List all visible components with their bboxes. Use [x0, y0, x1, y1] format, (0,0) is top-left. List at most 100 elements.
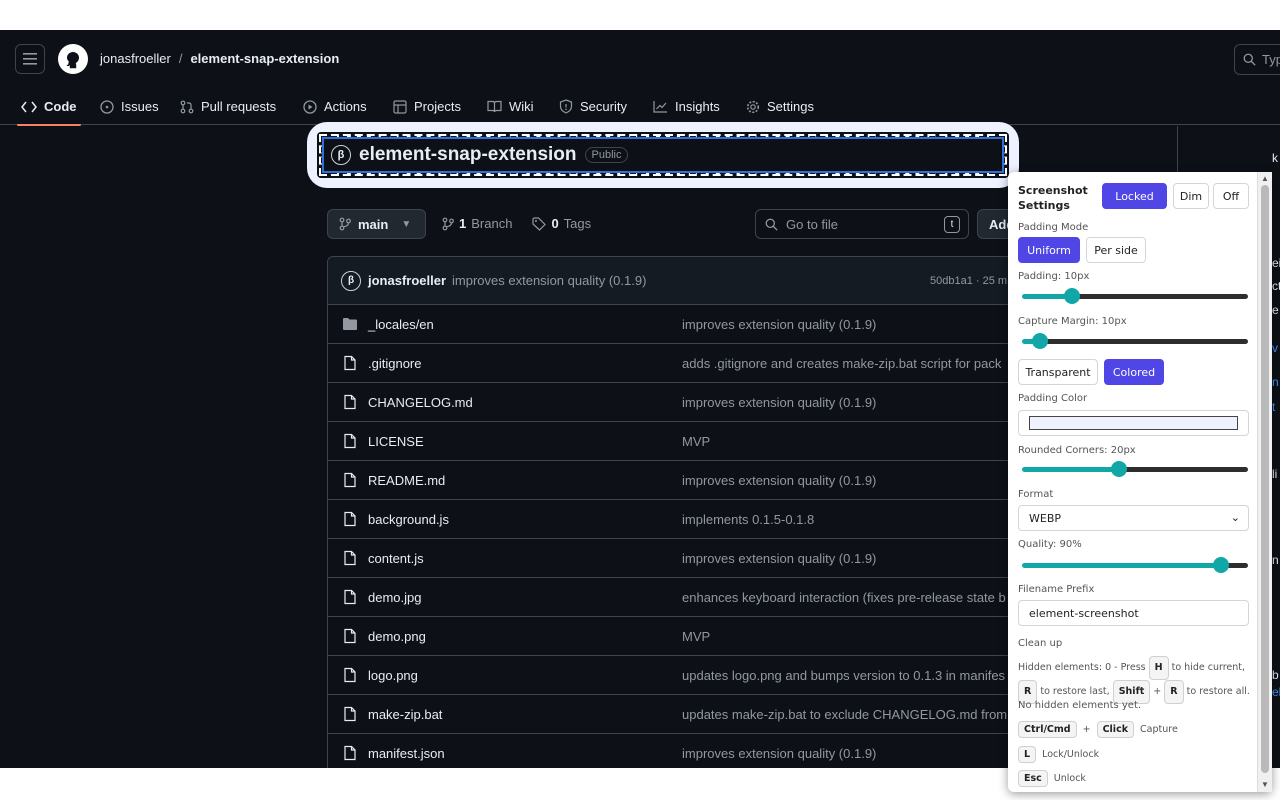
- owner-link[interactable]: jonasfroeller: [100, 51, 171, 66]
- plus-sign: +: [1153, 686, 1162, 697]
- commit-sha[interactable]: 50db1a1 · 25 m: [930, 275, 1007, 287]
- file-commit-message[interactable]: enhances keyboard interaction (fixes pre…: [682, 590, 1006, 605]
- scroll-down-icon[interactable]: ▼: [1261, 780, 1269, 789]
- file-name[interactable]: README.md: [368, 473, 445, 488]
- slider-thumb[interactable]: [1032, 333, 1049, 349]
- file-commit-message[interactable]: improves extension quality (0.1.9): [682, 395, 876, 410]
- tab-projects[interactable]: Projects: [393, 88, 461, 125]
- branch-select-button[interactable]: main ▼: [327, 209, 426, 239]
- lock-mode-locked-button[interactable]: Locked: [1102, 183, 1167, 209]
- key-esc: Esc: [1018, 770, 1048, 787]
- lock-mode-dim-button[interactable]: Dim: [1173, 183, 1209, 209]
- file-commit-message[interactable]: improves extension quality (0.1.9): [682, 551, 876, 566]
- commit-author[interactable]: jonasfroeller: [368, 273, 446, 288]
- slider-thumb[interactable]: [1063, 288, 1080, 304]
- tab-pull-requests[interactable]: Pull requests: [180, 88, 276, 125]
- file-name[interactable]: _locales/en: [368, 317, 434, 332]
- commit-message[interactable]: improves extension quality (0.1.9): [452, 273, 646, 288]
- file-row[interactable]: logo.png updates logo.png and bumps versi…: [328, 656, 1046, 695]
- tags-link[interactable]: 0 Tags: [532, 216, 591, 231]
- file-name[interactable]: .gitignore: [368, 356, 421, 371]
- quality-slider[interactable]: [1022, 557, 1248, 573]
- background-colored-button[interactable]: Colored: [1104, 359, 1164, 385]
- hidden-text: to hide current,: [1171, 662, 1246, 673]
- key-click: Click: [1096, 721, 1135, 738]
- github-header: jonasfroeller / element-snap-extension Typ: [0, 30, 1280, 88]
- file-commit-message[interactable]: MVP: [682, 434, 710, 449]
- file-name[interactable]: content.js: [368, 551, 424, 566]
- avatar[interactable]: β: [341, 270, 361, 291]
- breadcrumb-separator: /: [178, 51, 183, 66]
- file-name[interactable]: manifest.json: [368, 746, 445, 761]
- go-to-file-placeholder: Go to file: [786, 216, 839, 232]
- file-name[interactable]: LICENSE: [368, 434, 424, 449]
- repo-name[interactable]: element-snap-extension: [359, 144, 577, 166]
- file-commit-message[interactable]: improves extension quality (0.1.9): [682, 746, 876, 761]
- rounded-corners-slider[interactable]: [1022, 461, 1248, 477]
- repo-link[interactable]: element-snap-extension: [190, 51, 339, 66]
- tab-label: Security: [580, 99, 627, 114]
- hidden-text: to restore last,: [1040, 686, 1110, 697]
- file-commit-message[interactable]: updates make-zip.bat to exclude CHANGELO…: [682, 707, 1007, 722]
- file-row[interactable]: background.js implements 0.1.5-0.1.8: [328, 500, 1046, 539]
- file-commit-message[interactable]: improves extension quality (0.1.9): [682, 317, 876, 332]
- background-transparent-button[interactable]: Transparent: [1018, 359, 1098, 385]
- file-row[interactable]: make-zip.bat updates make-zip.bat to excl…: [328, 695, 1046, 734]
- quality-label: Quality: 90%: [1018, 539, 1082, 550]
- file-commit-message[interactable]: improves extension quality (0.1.9): [682, 473, 876, 488]
- go-to-file-input[interactable]: Go to file t: [755, 209, 969, 239]
- tab-security[interactable]: Security: [559, 88, 627, 125]
- file-name[interactable]: logo.png: [368, 668, 418, 683]
- padding-mode-uniform-button[interactable]: Uniform: [1018, 237, 1080, 263]
- file-row[interactable]: _locales/en improves extension quality (0…: [328, 305, 1046, 344]
- padding-mode-per-side-button[interactable]: Per side: [1086, 237, 1146, 263]
- tab-issues[interactable]: Issues: [100, 88, 159, 125]
- file-commit-message[interactable]: implements 0.1.5-0.1.8: [682, 512, 814, 527]
- scroll-up-icon[interactable]: ▲: [1261, 174, 1269, 183]
- top-search-input[interactable]: Typ: [1234, 44, 1280, 75]
- file-name[interactable]: demo.png: [368, 629, 426, 644]
- lock-mode-off-button[interactable]: Off: [1213, 183, 1249, 209]
- tab-wiki[interactable]: Wiki: [487, 88, 534, 125]
- tab-insights[interactable]: Insights: [653, 88, 720, 125]
- file-commit-message[interactable]: MVP: [682, 629, 710, 644]
- plus-sign: +: [1082, 724, 1091, 735]
- sidebar-text-fragment: t: [1272, 400, 1276, 414]
- scrollbar-thumb[interactable]: [1261, 185, 1269, 773]
- file-icon: [344, 745, 356, 761]
- file-row[interactable]: CHANGELOG.md improves extension quality (…: [328, 383, 1046, 422]
- slider-track: [1119, 467, 1248, 472]
- slider-thumb[interactable]: [1212, 557, 1229, 573]
- slider-track: [1040, 339, 1248, 344]
- file-name[interactable]: background.js: [368, 512, 449, 527]
- tab-settings[interactable]: Settings: [746, 88, 814, 125]
- latest-commit-row: β jonasfroeller improves extension quali…: [328, 257, 1046, 305]
- hamburger-menu-button[interactable]: [15, 44, 45, 74]
- tab-label: Projects: [414, 99, 461, 114]
- slider-thumb[interactable]: [1111, 461, 1128, 477]
- file-name[interactable]: demo.jpg: [368, 590, 421, 605]
- format-select[interactable]: WEBP ⌄: [1018, 505, 1249, 531]
- file-icon: [344, 355, 356, 371]
- file-row[interactable]: LICENSE MVP: [328, 422, 1046, 461]
- tab-actions[interactable]: Actions: [303, 88, 367, 125]
- file-row[interactable]: demo.png MVP: [328, 617, 1046, 656]
- padding-slider[interactable]: [1022, 288, 1248, 304]
- padding-color-picker[interactable]: [1018, 410, 1249, 436]
- branches-link[interactable]: 1 Branch: [442, 216, 512, 231]
- file-commit-message[interactable]: adds .gitignore and creates make-zip.bat…: [682, 356, 1001, 371]
- file-name[interactable]: CHANGELOG.md: [368, 395, 473, 410]
- file-row[interactable]: content.js improves extension quality (0.…: [328, 539, 1046, 578]
- file-commit-message[interactable]: updates logo.png and bumps version to 0.…: [682, 668, 1005, 683]
- github-logo-icon[interactable]: [57, 43, 89, 75]
- file-row[interactable]: README.md improves extension quality (0.1…: [328, 461, 1046, 500]
- file-row[interactable]: .gitignore adds .gitignore and creates ma…: [328, 344, 1046, 383]
- file-name[interactable]: make-zip.bat: [368, 707, 442, 722]
- repo-owner-avatar[interactable]: β: [331, 145, 351, 165]
- panel-scrollbar[interactable]: ▲ ▼: [1257, 172, 1272, 792]
- filename-prefix-input[interactable]: element-screenshot: [1018, 600, 1249, 626]
- tab-code[interactable]: Code: [17, 88, 80, 126]
- capture-margin-slider[interactable]: [1022, 333, 1248, 349]
- file-row[interactable]: manifest.json improves extension quality …: [328, 734, 1046, 768]
- file-row[interactable]: demo.jpg enhances keyboard interaction (f…: [328, 578, 1046, 617]
